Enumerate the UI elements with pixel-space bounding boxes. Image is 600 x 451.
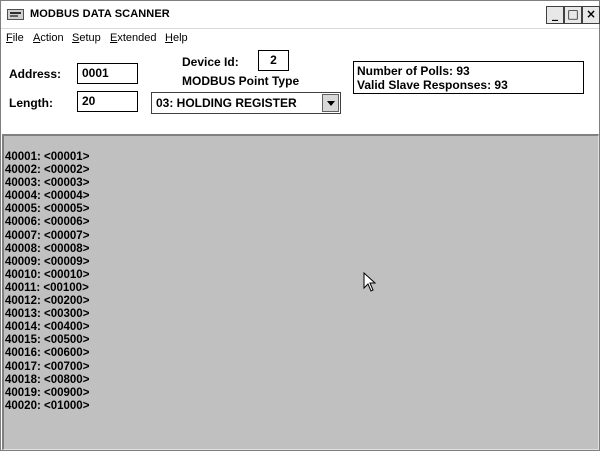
register-row: 40009: <00009> [5,255,90,268]
register-row: 40017: <00700> [5,360,90,373]
title-bar[interactable]: MODBUS DATA SCANNER _ □ × [1,1,600,29]
register-row: 40001: <00001> [5,151,90,163]
register-list: 40001: <00001> 40002: <00002> 40003: <00… [5,151,89,413]
register-row: 40004: <00004> [5,190,90,203]
menu-file[interactable]: File [6,32,24,44]
point-type-value: 03: HOLDING REGISTER [156,96,297,110]
length-field[interactable]: 20 [77,91,138,112]
register-row: 40014: <00400> [5,321,90,334]
register-row: 40008: <00008> [5,242,90,255]
register-panel: 40001: <00001> 40002: <00002> 40003: <00… [2,134,599,450]
register-row: 40020: <01000> [5,399,90,412]
maximize-button[interactable]: □ [564,6,582,24]
close-button[interactable]: × [582,6,600,24]
menu-action[interactable]: Action [33,32,64,44]
mouse-cursor-icon [363,272,377,292]
window-title: MODBUS DATA SCANNER [30,8,170,20]
register-row: 40012: <00200> [5,295,90,308]
register-row: 40003: <00003> [5,177,90,190]
register-row: 40016: <00600> [5,347,90,360]
register-row: 40019: <00900> [5,386,90,399]
register-row: 40013: <00300> [5,308,90,321]
device-id-field[interactable]: 2 [258,50,289,71]
menu-help[interactable]: Help [165,32,188,44]
register-row: 40011: <00100> [5,281,89,294]
register-row: 40002: <00002> [5,164,90,177]
register-row: 40010: <00010> [5,268,90,281]
device-id-label: Device Id: [182,55,239,69]
register-row: 40007: <00007> [5,229,90,242]
menu-setup[interactable]: Setup [72,32,101,44]
address-field[interactable]: 0001 [77,63,138,84]
app-icon[interactable] [7,9,24,20]
chevron-down-icon[interactable] [322,94,339,112]
minimize-button[interactable]: _ [546,6,564,24]
status-box: Number of Polls: 93 Valid Slave Response… [353,61,584,94]
length-label: Length: [9,96,53,110]
register-row: 40015: <00500> [5,334,90,347]
menu-extended[interactable]: Extended [110,32,157,44]
polls-count: Number of Polls: 93 [357,64,470,78]
address-label: Address: [9,67,62,81]
register-row: 40006: <00006> [5,216,90,229]
point-type-select[interactable]: 03: HOLDING REGISTER [151,92,341,114]
menu-bar: File Action Setup Extended Help [1,29,599,47]
register-row: 40018: <00800> [5,373,90,386]
point-type-label: MODBUS Point Type [182,74,300,88]
register-row: 40005: <00005> [5,203,90,216]
app-window: MODBUS DATA SCANNER _ □ × File Action Se… [0,0,600,451]
slave-responses-count: Valid Slave Responses: 93 [357,78,508,92]
